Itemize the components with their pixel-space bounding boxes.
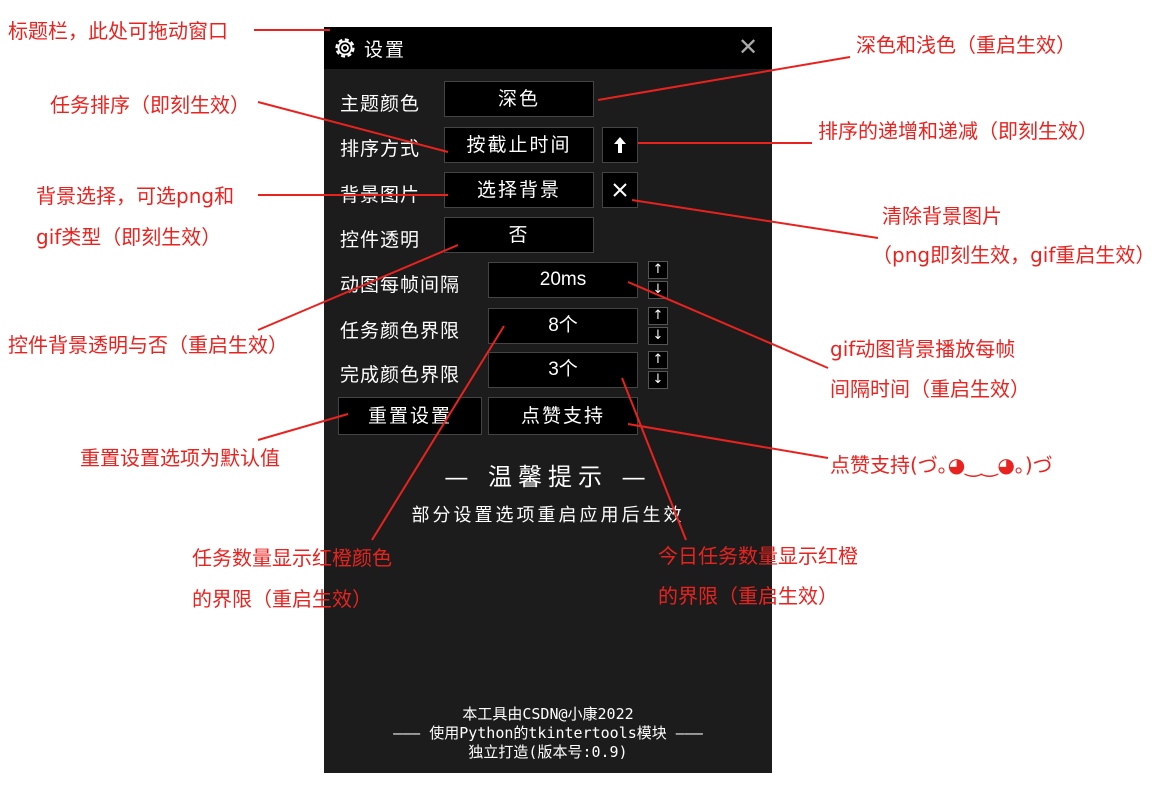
annotation-reset: 重置设置选项为默认值 — [80, 446, 280, 470]
annotation-task-limit-1: 任务数量显示红橙颜色 — [192, 546, 392, 570]
line-sort — [257, 101, 449, 153]
line-reset — [257, 413, 349, 441]
line-clear — [631, 199, 879, 239]
line-task — [371, 325, 505, 541]
annotation-clear-2: （png即刻生效，gif重启生效） — [872, 243, 1156, 267]
annotation-clear-1: 清除背景图片 — [882, 204, 1002, 228]
annotation-sort: 任务排序（即刻生效） — [50, 93, 250, 117]
annotation-like: 点赞支持(づ｡◕‿‿◕｡)づ — [830, 453, 1053, 477]
annotation-task-limit-2: 的界限（重启生效） — [192, 587, 372, 611]
annotation-background-1: 背景选择，可选png和 — [36, 184, 235, 208]
line-like — [627, 423, 829, 459]
annotation-sort-direction: 排序的递增和递减（即刻生效） — [818, 119, 1098, 143]
annotation-background-2: gif类型（即刻生效） — [36, 225, 222, 249]
annotation-gif-1: gif动图背景播放每帧 — [830, 337, 1016, 361]
annotation-transparent: 控件背景透明与否（重启生效） — [8, 333, 288, 357]
line-theme — [597, 56, 851, 101]
line-transparent — [257, 244, 459, 331]
annotation-done-limit-1: 今日任务数量显示红橙 — [658, 544, 858, 568]
line-gif — [627, 281, 829, 369]
annotation-theme: 深色和浅色（重启生效） — [856, 33, 1076, 57]
annotation-titlebar: 标题栏，此处可拖动窗口 — [8, 19, 228, 43]
annotation-done-limit-2: 的界限（重启生效） — [658, 584, 838, 608]
line-done — [621, 377, 687, 541]
annotation-gif-2: 间隔时间（重启生效） — [830, 377, 1030, 401]
